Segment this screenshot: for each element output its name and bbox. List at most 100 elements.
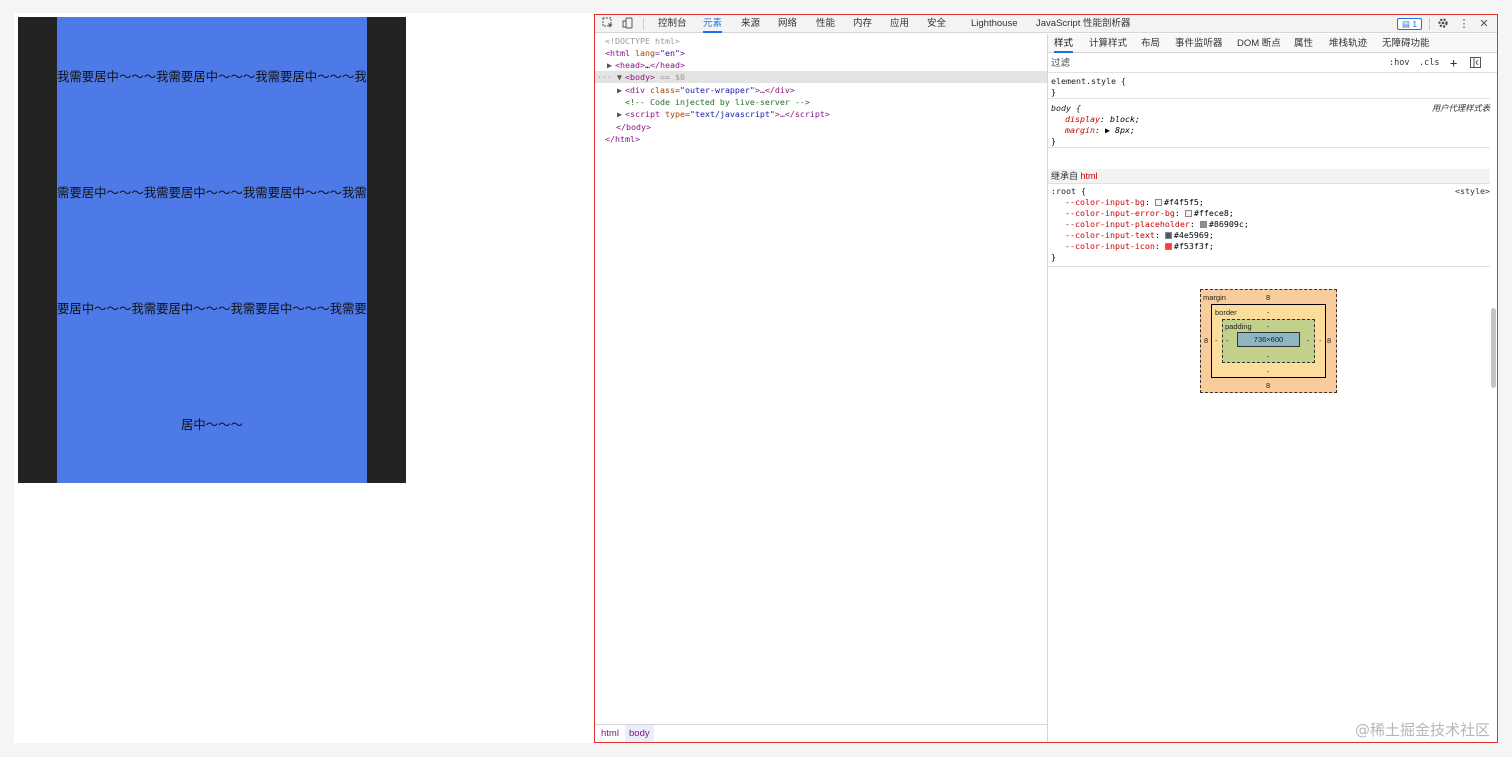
hover-state-button[interactable]: :hov <box>1389 57 1409 70</box>
tab-elements[interactable]: 元素 <box>703 15 723 33</box>
css-var-name: --color-input-icon <box>1065 241 1155 251</box>
body-close-tag: </body> <box>616 122 651 132</box>
tab-console[interactable]: 控制台 <box>658 15 687 33</box>
html-tag-name: html <box>610 48 630 58</box>
device-toolbar-icon[interactable] <box>621 17 635 31</box>
class-attr-value: "outer-wrapper" <box>679 85 755 95</box>
issues-badge[interactable]: ▤ 1 <box>1397 18 1423 30</box>
expand-triangle-icon[interactable]: ▶ <box>607 59 615 71</box>
tab-application[interactable]: 应用 <box>890 15 909 33</box>
box-model-content[interactable]: 736×600 <box>1237 332 1300 347</box>
box-model-diagram: margin 8 8 8 8 border - - - - padding - … <box>1200 289 1337 393</box>
border-right-value[interactable]: - <box>1319 336 1322 345</box>
tab-event-listeners[interactable]: 事件监听器 <box>1175 34 1223 53</box>
box-model-margin[interactable]: margin 8 8 8 8 border - - - - padding - … <box>1200 289 1337 393</box>
box-model-border[interactable]: border - - - - padding - - - - 736×600 <box>1211 304 1326 378</box>
inspect-element-icon[interactable] <box>601 17 615 31</box>
padding-right-value[interactable]: - <box>1307 336 1310 345</box>
dom-body-close[interactable]: </body> <box>595 121 1047 133</box>
html-close-tag: </html> <box>605 134 640 144</box>
doctype-text: <!DOCTYPE html> <box>605 36 680 46</box>
script-tag-name: script <box>630 109 660 119</box>
section-divider <box>1048 266 1490 267</box>
tab-sources[interactable]: 来源 <box>741 15 760 33</box>
padding-left-value[interactable]: - <box>1226 336 1229 345</box>
tab-memory[interactable]: 内存 <box>853 15 872 33</box>
class-toggle-button[interactable]: .cls <box>1419 57 1439 70</box>
tab-properties[interactable]: 属性 <box>1294 34 1313 53</box>
padding-bottom-value[interactable]: - <box>1267 352 1270 361</box>
more-options-icon[interactable]: ⋮ <box>1457 17 1471 31</box>
rule-element-style[interactable]: element.style { } <box>1048 76 1490 99</box>
user-agent-origin: 用户代理样式表 <box>1431 103 1490 113</box>
close-brace: } <box>1051 136 1056 146</box>
expand-triangle-icon[interactable]: ▶ <box>617 108 625 120</box>
rule-body-ua[interactable]: body {用户代理样式表 display: block; margin: ▶ … <box>1048 103 1490 148</box>
page-viewport: 我需要居中～～～我需要居中～～～我需要居中～～～我需要居中～～～ 需要居中～～～… <box>14 13 594 743</box>
tab-styles[interactable]: 样式 <box>1054 34 1074 53</box>
toggle-sidebar-icon[interactable] <box>1470 57 1481 70</box>
padding-top-value[interactable]: - <box>1267 322 1270 331</box>
devtools-window: 控制台 元素 来源 网络 性能 内存 应用 安全 Lighthouse Java… <box>594 14 1498 743</box>
tab-lighthouse[interactable]: Lighthouse <box>971 15 1017 33</box>
styles-filter-input[interactable] <box>1051 55 1381 71</box>
color-swatch[interactable] <box>1199 221 1207 228</box>
toolbar-separator <box>1429 18 1430 30</box>
box-model-padding[interactable]: padding - - - - 736×600 <box>1222 319 1315 363</box>
styles-scrollbar[interactable] <box>1491 308 1496 388</box>
gear-icon[interactable] <box>1436 17 1450 31</box>
margin-left-value[interactable]: 8 <box>1204 336 1208 345</box>
dom-html-close[interactable]: </html> <box>595 133 1047 145</box>
style-origin-link[interactable]: <style> <box>1455 186 1490 197</box>
dom-script[interactable]: ▶ <script type="text/javascript">…</scrip… <box>595 108 1047 120</box>
type-attr-name: type <box>664 109 685 119</box>
margin-label: margin <box>1203 293 1226 302</box>
dom-html-open[interactable]: <html lang="en"> <box>595 47 1047 59</box>
inherited-element[interactable]: html <box>1081 171 1098 181</box>
margin-bottom-value[interactable]: 8 <box>1266 381 1270 390</box>
add-rule-icon[interactable]: + <box>1450 57 1457 70</box>
border-left-value[interactable]: - <box>1215 336 1218 345</box>
margin-right-value[interactable]: 8 <box>1327 336 1331 345</box>
css-var-value: #4e5969; <box>1173 230 1214 240</box>
color-swatch[interactable] <box>1164 243 1172 250</box>
tab-performance[interactable]: 性能 <box>816 15 835 33</box>
close-brace: } <box>1051 87 1056 97</box>
body-dollar-zero: == $0 <box>654 72 685 82</box>
root-selector: :root { <box>1051 186 1086 196</box>
close-icon[interactable]: ✕ <box>1477 17 1491 31</box>
tab-network[interactable]: 网络 <box>778 15 797 33</box>
dom-doctype[interactable]: <!DOCTYPE html> <box>595 35 1047 47</box>
border-bottom-value[interactable]: - <box>1267 367 1270 376</box>
color-swatch[interactable] <box>1164 232 1172 239</box>
dom-outer-wrapper[interactable]: ▶ <div class="outer-wrapper">…</div> <box>595 84 1047 96</box>
border-top-value[interactable]: - <box>1267 308 1270 317</box>
rule-root[interactable]: :root {<style> --color-input-bg: #f4f5f5… <box>1048 186 1490 263</box>
dom-body-selected[interactable]: ··· ▼ <body> == $0 <box>595 71 1047 83</box>
expand-triangle-icon[interactable]: ▶ <box>617 84 625 96</box>
breadcrumb-body[interactable]: body <box>625 725 654 742</box>
dom-head[interactable]: ▶ <head>…</head> <box>595 59 1047 71</box>
expand-triangle-icon[interactable]: ▶ <box>1105 125 1115 135</box>
tab-dom-breakpoints[interactable]: DOM 断点 <box>1237 34 1281 53</box>
tab-security[interactable]: 安全 <box>927 15 946 33</box>
css-var-name: --color-input-text <box>1065 230 1155 240</box>
margin-top-value[interactable]: 8 <box>1266 293 1270 302</box>
tab-js-profiler[interactable]: JavaScript 性能剖析器 <box>1036 15 1131 33</box>
color-swatch[interactable] <box>1154 199 1162 206</box>
dom-comment[interactable]: <!-- Code injected by live-server --> <box>595 96 1047 108</box>
tab-stack-trace[interactable]: 堆栈轨迹 <box>1329 34 1367 53</box>
tab-computed[interactable]: 计算样式 <box>1089 34 1127 53</box>
tab-layout[interactable]: 布局 <box>1141 34 1160 53</box>
lang-attr-value: "en" <box>659 48 680 58</box>
collapse-triangle-icon[interactable]: ▼ <box>617 71 625 83</box>
styles-pane: 样式 计算样式 布局 事件监听器 DOM 断点 属性 堆栈轨迹 无障碍功能 :h… <box>1048 34 1497 742</box>
tab-accessibility[interactable]: 无障碍功能 <box>1382 34 1430 53</box>
watermark: @稀土掘金技术社区 <box>1354 721 1490 739</box>
css-prop-value: block; <box>1109 114 1140 124</box>
color-swatch[interactable] <box>1184 210 1192 217</box>
text-line-3: 要居中～～～我需要居中～～～我需要居中～～～我需要居中～～～ <box>57 301 367 316</box>
breadcrumb-html[interactable]: html <box>597 725 623 742</box>
text-line-2: 需要居中～～～我需要居中～～～我需要居中～～～我需要居中～～～ <box>57 185 367 200</box>
inherited-from-header: 继承自 html <box>1048 169 1490 184</box>
